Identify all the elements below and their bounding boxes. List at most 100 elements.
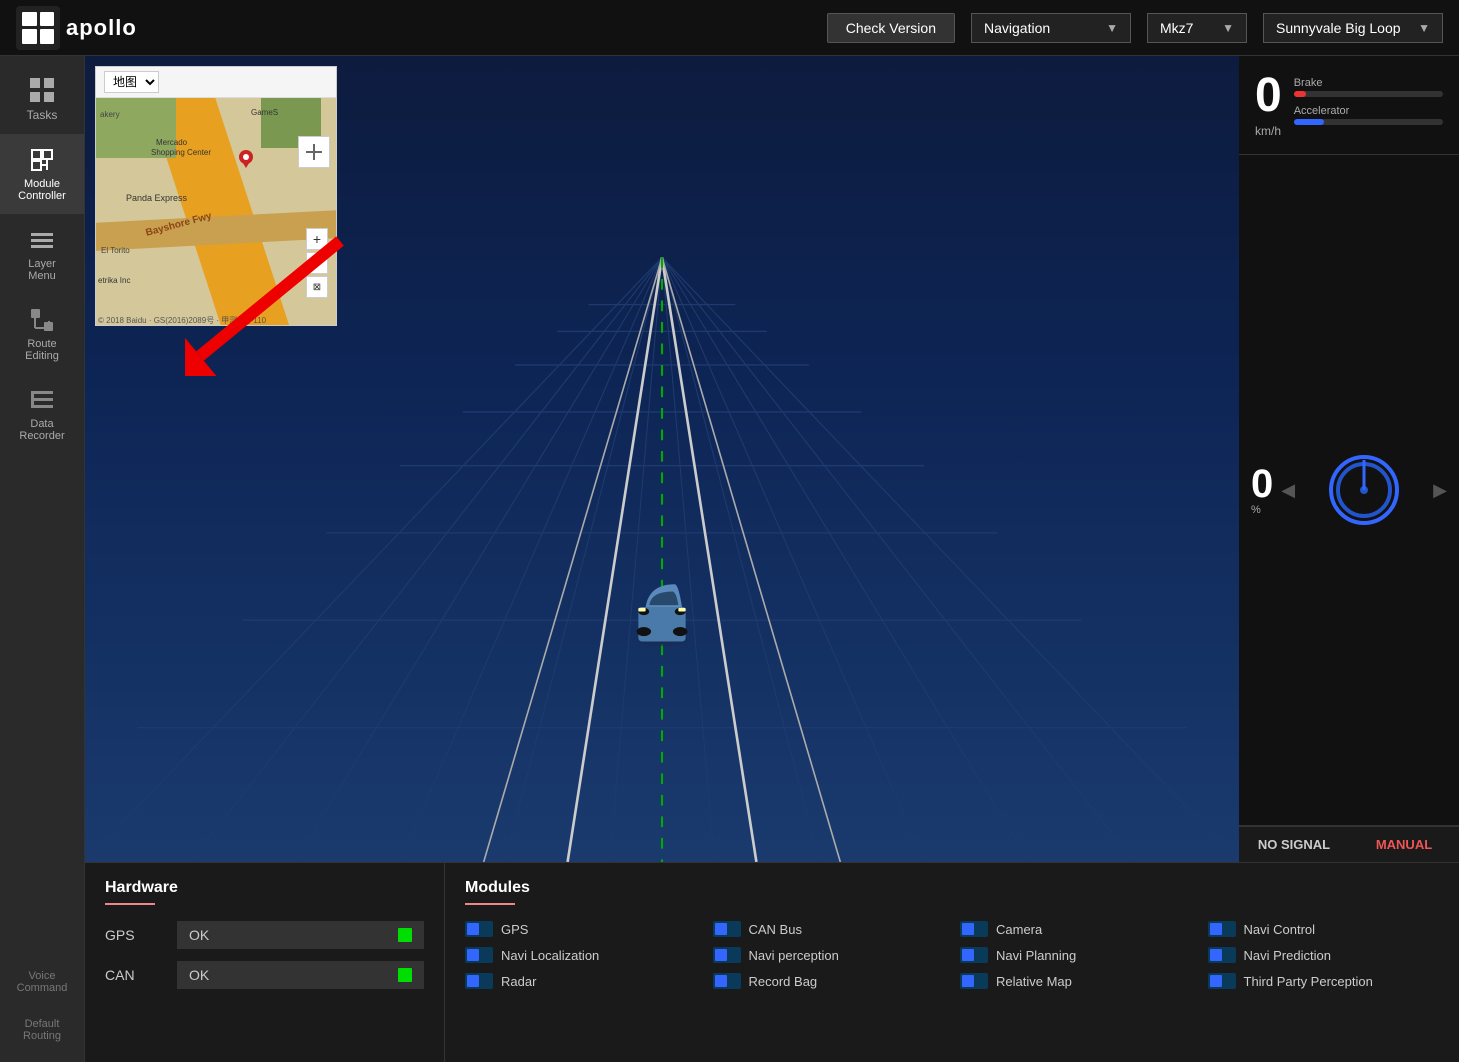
modules-panel: Modules GPS CAN Bus Camera Navi Control … <box>445 863 1459 1062</box>
mini-map-body: akery Mercado Shopping Center Panda Expr… <box>96 98 336 326</box>
module-toggle[interactable] <box>1208 947 1236 963</box>
speed-panel: 0 km/h Brake Accelerator <box>1239 56 1459 155</box>
module-label: Navi Control <box>1244 922 1316 937</box>
module-toggle[interactable] <box>960 973 988 989</box>
hw-gps-status-text: OK <box>189 927 209 943</box>
module-item[interactable]: Navi Prediction <box>1208 947 1440 963</box>
car-3d <box>622 557 702 662</box>
map-copyright: © 2018 Baidu · GS(2016)2089号 · 甲测资字110 <box>98 315 266 326</box>
zoom-out-button[interactable]: − <box>306 252 328 274</box>
module-label: Navi perception <box>749 948 839 963</box>
brake-track <box>1294 91 1443 97</box>
sidebar-item-tasks[interactable]: Tasks <box>0 64 84 134</box>
module-toggle-inner <box>1210 923 1222 935</box>
voice-command-label: Voice Command <box>8 970 76 994</box>
speed-value: 0 <box>1255 72 1282 120</box>
hardware-panel: Hardware GPS OK CAN OK <box>85 863 445 1062</box>
sidebar-item-route-editing[interactable]: Route Editing <box>0 294 84 374</box>
module-toggle[interactable] <box>960 921 988 937</box>
map-controls: + − ⊠ <box>306 228 328 298</box>
steering-value: 0 <box>1251 464 1273 504</box>
mini-map-header: 地图 卫星 <box>96 67 336 98</box>
mini-map-type-select[interactable]: 地图 卫星 <box>104 71 159 93</box>
hardware-row-gps: GPS OK <box>105 921 424 949</box>
sidebar-tasks-label: Tasks <box>27 108 58 122</box>
module-item[interactable]: Camera <box>960 921 1192 937</box>
module-label: Radar <box>501 974 536 989</box>
sidebar-item-voice-command[interactable]: Voice Command <box>0 958 84 1006</box>
module-toggle[interactable] <box>713 921 741 937</box>
sidebar-route-label: Route Editing <box>25 338 59 362</box>
module-toggle-inner <box>467 949 479 961</box>
module-toggle[interactable] <box>465 973 493 989</box>
module-item[interactable]: Radar <box>465 973 697 989</box>
vehicle-dropdown-arrow: ▼ <box>1222 21 1234 35</box>
module-toggle[interactable] <box>713 947 741 963</box>
hw-can-label: CAN <box>105 967 165 983</box>
steering-right-button[interactable]: ▶ <box>1433 480 1447 501</box>
module-toggle-inner <box>962 949 974 961</box>
module-toggle-inner <box>1210 949 1222 961</box>
app-header: apollo Check Version Navigation ▼ Mkz7 ▼… <box>0 0 1459 56</box>
hw-gps-indicator <box>398 928 412 942</box>
map-nav[interactable] <box>298 136 330 168</box>
module-toggle[interactable] <box>1208 973 1236 989</box>
route-dropdown[interactable]: Sunnyvale Big Loop ▼ <box>1263 13 1443 43</box>
module-item[interactable]: Relative Map <box>960 973 1192 989</box>
steering-wheel-svg <box>1334 460 1394 520</box>
mode-dropdown[interactable]: Navigation ▼ <box>971 13 1131 43</box>
mini-map[interactable]: 地图 卫星 ake <box>95 66 337 326</box>
module-toggle[interactable] <box>960 947 988 963</box>
hw-gps-status: OK <box>177 921 424 949</box>
accel-fill <box>1294 119 1324 125</box>
bottom-section: Hardware GPS OK CAN OK <box>85 862 1459 1062</box>
accelerator-label: Accelerator <box>1294 105 1443 117</box>
layers-icon <box>28 226 56 254</box>
speed-bars: Brake Accelerator <box>1294 77 1443 133</box>
zoom-fit-button[interactable]: ⊠ <box>306 276 328 298</box>
hardware-title: Hardware <box>105 879 424 897</box>
module-item[interactable]: CAN Bus <box>713 921 945 937</box>
module-toggle-inner <box>715 949 727 961</box>
sidebar-item-module-controller[interactable]: Module Controller <box>0 134 84 214</box>
sidebar-item-data-recorder[interactable]: Data Recorder <box>0 374 84 454</box>
check-version-button[interactable]: Check Version <box>827 13 955 43</box>
module-item[interactable]: Navi Control <box>1208 921 1440 937</box>
module-item[interactable]: Navi Planning <box>960 947 1192 963</box>
module-item[interactable]: Navi perception <box>713 947 945 963</box>
module-item[interactable]: GPS <box>465 921 697 937</box>
module-toggle[interactable] <box>465 921 493 937</box>
manual-button[interactable]: MANUAL <box>1349 827 1459 862</box>
hardware-row-can: CAN OK <box>105 961 424 989</box>
vehicle-dropdown[interactable]: Mkz7 ▼ <box>1147 13 1247 43</box>
modules-divider <box>465 903 515 905</box>
no-signal-button[interactable]: NO SIGNAL <box>1239 827 1349 862</box>
steering-left-button[interactable]: ◀ <box>1281 480 1295 501</box>
steering-display: 0 % <box>1251 464 1273 516</box>
module-toggle-inner <box>467 923 479 935</box>
zoom-in-button[interactable]: + <box>306 228 328 250</box>
sidebar-item-layer-menu[interactable]: Layer Menu <box>0 214 84 294</box>
right-panel: 0 km/h Brake Accelerator <box>1239 56 1459 862</box>
module-toggle[interactable] <box>1208 921 1236 937</box>
sidebar-data-label: Data Recorder <box>19 418 64 442</box>
3d-viewport: 地图 卫星 ake <box>85 56 1239 862</box>
module-item[interactable]: Record Bag <box>713 973 945 989</box>
mode-label: Navigation <box>984 20 1050 36</box>
module-label: Camera <box>996 922 1042 937</box>
logo-icon <box>16 6 60 50</box>
module-item[interactable]: Third Party Perception <box>1208 973 1440 989</box>
module-toggle[interactable] <box>465 947 493 963</box>
sidebar-item-default-routing[interactable]: Default Routing <box>0 1006 84 1054</box>
module-label: Record Bag <box>749 974 818 989</box>
car-svg <box>622 557 702 657</box>
brake-fill <box>1294 91 1306 97</box>
signal-panel: NO SIGNAL MANUAL <box>1239 826 1459 862</box>
hw-gps-label: GPS <box>105 927 165 943</box>
sidebar-layer-label: Layer Menu <box>28 258 56 282</box>
module-item[interactable]: Navi Localization <box>465 947 697 963</box>
content-area: 地图 卫星 ake <box>85 56 1459 1062</box>
module-label: Third Party Perception <box>1244 974 1373 989</box>
module-toggle[interactable] <box>713 973 741 989</box>
sidebar: Tasks Module Controller Layer Menu <box>0 56 85 1062</box>
